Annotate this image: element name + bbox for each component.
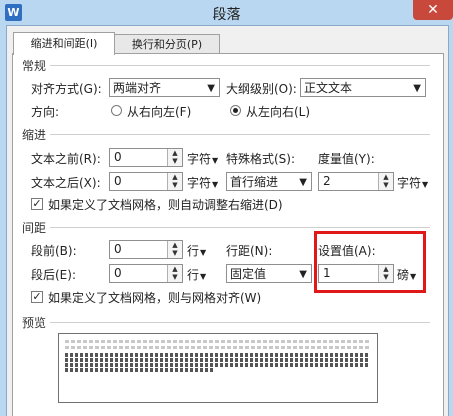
space-after-label: 段后(E):	[31, 268, 76, 282]
spin-up-icon[interactable]: ▲	[168, 149, 182, 157]
outline-level-label: 大纲级别(O):	[226, 82, 297, 96]
measure-label: 度量值(Y):	[318, 152, 375, 166]
chevron-down-icon: ▼	[200, 272, 207, 281]
indent-after-unit: 字符	[187, 176, 212, 190]
preview-box	[58, 333, 378, 403]
divider	[50, 134, 430, 135]
chevron-down-icon: ▼	[207, 83, 215, 94]
divider	[50, 227, 430, 228]
snap-to-grid-label[interactable]: 如果定义了文档网格，则与网格对齐(W)	[48, 289, 261, 306]
indent-before-spinner[interactable]: 0 ▲ ▼	[109, 148, 183, 167]
close-button[interactable]: ✕	[413, 0, 453, 20]
auto-right-indent-label[interactable]: 如果定义了文档网格，则自动调整右缩进(D)	[48, 196, 283, 213]
chevron-down-icon: ▼	[422, 180, 429, 189]
divider	[50, 65, 430, 66]
rtl-radio-label[interactable]: 从右向左(F)	[127, 103, 191, 120]
special-format-select[interactable]: 首行缩进 ▼	[226, 172, 312, 191]
preview-current-paragraph-line	[65, 353, 369, 357]
spin-down-icon[interactable]: ▼	[168, 181, 182, 189]
preview-prev-paragraph-line	[65, 346, 369, 349]
special-format-label: 特殊格式(S):	[226, 152, 296, 166]
space-before-spinner[interactable]: 0 ▲ ▼	[109, 240, 183, 259]
space-before-value: 0	[114, 242, 122, 256]
outline-level-select-value: 正文文本	[304, 81, 353, 95]
chevron-down-icon: ▼	[200, 248, 207, 257]
alignment-select-value: 两端对齐	[113, 81, 162, 95]
chevron-down-icon: ▼	[299, 177, 307, 188]
spin-up-icon[interactable]: ▲	[168, 173, 182, 181]
spin-down-icon[interactable]: ▼	[168, 249, 182, 257]
section-spacing-title: 间距	[22, 221, 47, 235]
ltr-radio[interactable]	[230, 105, 241, 116]
section-indent-title: 缩进	[22, 128, 47, 142]
line-spacing-label: 行距(N):	[226, 244, 273, 258]
preview-current-paragraph-line	[65, 358, 369, 362]
indent-before-unit: 字符	[187, 152, 212, 166]
space-after-value: 0	[114, 266, 122, 280]
alignment-select[interactable]: 两端对齐 ▼	[109, 78, 220, 97]
space-after-unit: 行	[187, 268, 200, 282]
alignment-label: 对齐方式(G):	[31, 82, 102, 96]
space-before-label: 段前(B):	[31, 244, 77, 258]
special-format-value: 首行缩进	[230, 175, 279, 189]
spin-up-icon[interactable]: ▲	[379, 173, 393, 181]
spinner-buttons[interactable]: ▲ ▼	[167, 149, 182, 166]
space-after-spinner[interactable]: 0 ▲ ▼	[109, 264, 183, 283]
preview-current-paragraph-line	[65, 363, 369, 367]
rtl-radio[interactable]	[111, 105, 122, 116]
indent-before-unit-dropdown[interactable]: 字符▼	[187, 150, 218, 167]
measure-unit: 字符	[397, 176, 422, 190]
line-spacing-value: 固定值	[230, 267, 267, 281]
space-before-unit: 行	[187, 244, 200, 258]
tab-indent-spacing[interactable]: 缩进和间距(I)	[13, 32, 115, 55]
preview-current-paragraph-line	[65, 368, 215, 372]
ltr-radio-label[interactable]: 从左向右(L)	[246, 103, 310, 120]
measure-spinner[interactable]: 2 ▲ ▼	[318, 172, 394, 191]
space-after-unit-dropdown[interactable]: 行▼	[187, 266, 206, 283]
spinner-buttons[interactable]: ▲ ▼	[167, 241, 182, 258]
chevron-down-icon: ▼	[413, 83, 421, 94]
spin-up-icon[interactable]: ▲	[168, 241, 182, 249]
direction-label: 方向:	[31, 105, 60, 119]
dialog-title: 段落	[212, 7, 241, 23]
section-preview-title: 预览	[22, 316, 47, 330]
measure-unit-dropdown[interactable]: 字符▼	[397, 174, 428, 191]
indent-before-label: 文本之前(R):	[31, 152, 101, 166]
spin-down-icon[interactable]: ▼	[168, 157, 182, 165]
spinner-buttons[interactable]: ▲ ▼	[378, 173, 393, 190]
line-spacing-select[interactable]: 固定值 ▼	[226, 264, 312, 283]
tab-line-page-breaks[interactable]: 换行和分页(P)	[114, 34, 220, 54]
spinner-buttons[interactable]: ▲ ▼	[167, 265, 182, 282]
spin-down-icon[interactable]: ▼	[168, 273, 182, 281]
preview-prev-paragraph-line	[65, 340, 369, 343]
indent-after-spinner[interactable]: 0 ▲ ▼	[109, 172, 183, 191]
snap-to-grid-checkbox[interactable]: ✓	[31, 291, 43, 303]
indent-before-value: 0	[114, 150, 122, 164]
section-general-title: 常规	[22, 59, 47, 73]
measure-value: 2	[323, 174, 331, 188]
spin-down-icon[interactable]: ▼	[379, 181, 393, 189]
chevron-down-icon: ▼	[212, 180, 219, 189]
space-before-unit-dropdown[interactable]: 行▼	[187, 242, 206, 259]
indent-after-value: 0	[114, 174, 122, 188]
indent-after-unit-dropdown[interactable]: 字符▼	[187, 174, 218, 191]
red-highlight-box	[314, 231, 426, 293]
chevron-down-icon: ▼	[299, 269, 307, 280]
divider	[50, 322, 430, 323]
auto-right-indent-checkbox[interactable]: ✓	[31, 198, 43, 210]
spinner-buttons[interactable]: ▲ ▼	[167, 173, 182, 190]
outline-level-select[interactable]: 正文文本 ▼	[300, 78, 426, 97]
chevron-down-icon: ▼	[212, 156, 219, 165]
indent-after-label: 文本之后(X):	[31, 176, 101, 190]
spin-up-icon[interactable]: ▲	[168, 265, 182, 273]
